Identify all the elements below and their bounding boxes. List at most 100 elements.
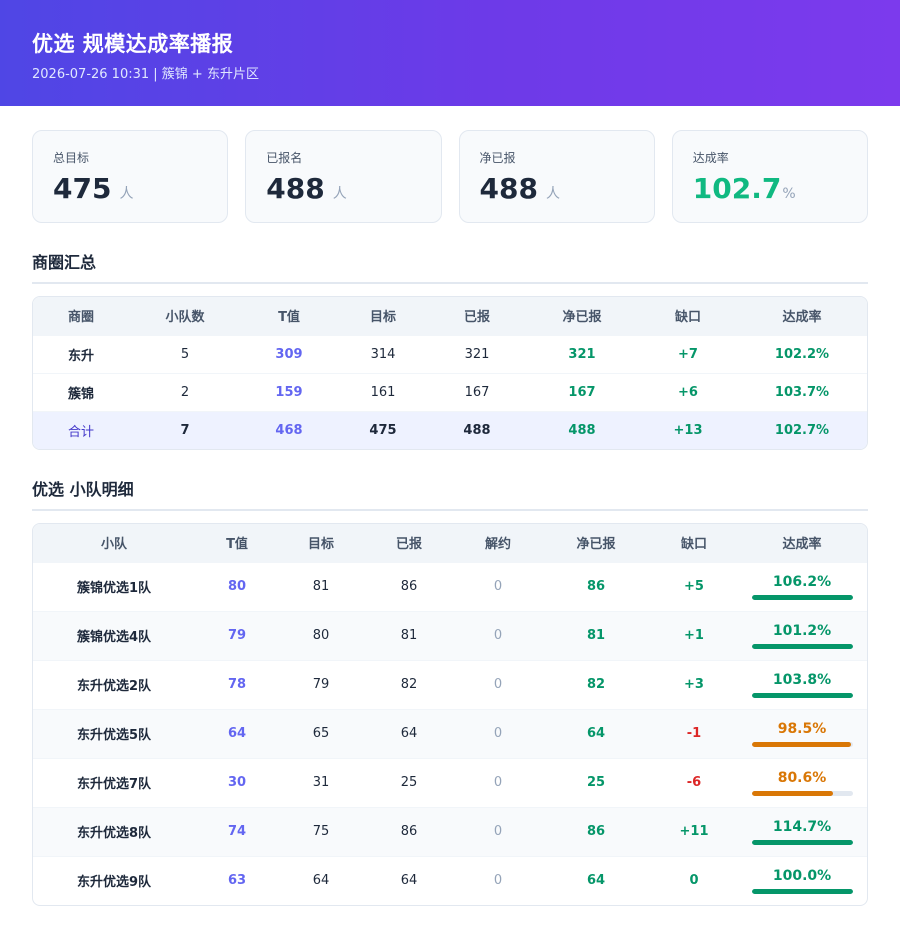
cell-reported: 86 bbox=[363, 806, 455, 856]
cell-cancelled: 0 bbox=[455, 855, 541, 905]
cell-team-name: 簇锦优选4队 bbox=[33, 610, 195, 660]
column-header: 达成率 bbox=[737, 524, 867, 562]
cell-teams: 2 bbox=[129, 372, 241, 411]
table-row: 东升 5 309 314 321 321 +7 102.2% bbox=[33, 334, 867, 373]
cell-gap: +5 bbox=[651, 561, 737, 611]
cell-team-name: 东升优选5队 bbox=[33, 708, 195, 758]
report-header: 优选 规模达成率播报 2026-07-26 10:31 | 簇锦 + 东升片区 bbox=[0, 0, 900, 106]
table-header-row: 小队 T值 目标 已报 解约 净已报 缺口 达成率 bbox=[33, 524, 867, 562]
cell-t-value: 30 bbox=[195, 757, 279, 807]
column-header: 净已报 bbox=[525, 297, 639, 335]
progress-bar-fill bbox=[751, 839, 853, 845]
rate-text: 100.0% bbox=[772, 867, 832, 884]
cell-team-name: 东升优选2队 bbox=[33, 659, 195, 709]
cell-team-name: 东升优选8队 bbox=[33, 806, 195, 856]
cell-t-value: 80 bbox=[195, 561, 279, 611]
section-title-detail: 优选 小队明细 bbox=[32, 476, 868, 511]
cell-t-value: 159 bbox=[241, 372, 337, 411]
cell-teams: 5 bbox=[129, 334, 241, 373]
progress-bar-fill bbox=[751, 692, 853, 698]
cell-rate: 102.7% bbox=[737, 410, 867, 449]
cell-target: 81 bbox=[279, 561, 363, 611]
cell-district: 簇锦 bbox=[33, 372, 129, 411]
column-header: 小队数 bbox=[129, 297, 241, 335]
cell-cancelled: 0 bbox=[455, 757, 541, 807]
kpi-card-total-target: 总目标 475 人 bbox=[32, 130, 229, 223]
progress-bar bbox=[751, 888, 853, 894]
rate-text: 114.7% bbox=[772, 818, 832, 835]
table-row: 东升优选7队 30 31 25 0 25 -6 80.6% bbox=[33, 757, 867, 807]
column-header: 解约 bbox=[455, 524, 541, 562]
cell-reported: 64 bbox=[363, 708, 455, 758]
cell-target: 80 bbox=[279, 610, 363, 660]
cell-cancelled: 0 bbox=[455, 806, 541, 856]
progress-bar-fill bbox=[751, 790, 833, 796]
cell-net: 64 bbox=[541, 855, 651, 905]
cell-target: 475 bbox=[337, 410, 429, 449]
cell-gap: -1 bbox=[651, 708, 737, 758]
kpi-value: 488 bbox=[479, 172, 538, 205]
cell-rate: 103.8% bbox=[737, 659, 867, 709]
detail-table: 小队 T值 目标 已报 解约 净已报 缺口 达成率 簇锦优选1队 80 81 86 0 8… bbox=[33, 524, 867, 905]
cell-target: 65 bbox=[279, 708, 363, 758]
kpi-unit: 人 bbox=[332, 186, 347, 202]
table-row: 簇锦 2 159 161 167 167 +6 103.7% bbox=[33, 372, 867, 411]
kpi-value: 488 bbox=[266, 172, 325, 205]
section-title-summary: 商圈汇总 bbox=[32, 249, 868, 284]
cell-gap: +11 bbox=[651, 806, 737, 856]
cell-rate: 114.7% bbox=[737, 806, 867, 856]
kpi-label: 已报名 bbox=[266, 151, 303, 165]
cell-target: 79 bbox=[279, 659, 363, 709]
cell-rate: 106.2% bbox=[737, 561, 867, 611]
table-row: 簇锦优选4队 79 80 81 0 81 +1 101.2% bbox=[33, 610, 867, 660]
cell-gap: +13 bbox=[639, 410, 737, 449]
cell-t-value: 64 bbox=[195, 708, 279, 758]
cell-gap: -6 bbox=[651, 757, 737, 807]
column-header: 已报 bbox=[363, 524, 455, 562]
kpi-value: 102.7 bbox=[692, 172, 782, 205]
cell-rate: 102.2% bbox=[737, 334, 867, 373]
cell-cancelled: 0 bbox=[455, 659, 541, 709]
column-header: T值 bbox=[241, 297, 337, 335]
rate-text: 106.2% bbox=[772, 573, 832, 590]
cell-gap: +1 bbox=[651, 610, 737, 660]
progress-bar bbox=[751, 692, 853, 698]
cell-district: 东升 bbox=[33, 334, 129, 373]
cell-t-value: 78 bbox=[195, 659, 279, 709]
kpi-cards: 总目标 475 人 已报名 488 人 净已报 488 人 达成率 102.7% bbox=[0, 106, 900, 223]
cell-t-value: 79 bbox=[195, 610, 279, 660]
column-header: 缺口 bbox=[639, 297, 737, 335]
rate-text: 80.6% bbox=[777, 769, 827, 786]
cell-reported: 488 bbox=[429, 410, 525, 449]
kpi-value: 475 bbox=[53, 172, 112, 205]
cell-reported: 64 bbox=[363, 855, 455, 905]
detail-table-body: 簇锦优选1队 80 81 86 0 86 +5 106.2% 簇锦优选4队 79 80 81 0 81 +1… bbox=[33, 561, 867, 905]
cell-t-value: 468 bbox=[241, 410, 337, 449]
cell-cancelled: 0 bbox=[455, 561, 541, 611]
detail-table-wrap: 小队 T值 目标 已报 解约 净已报 缺口 达成率 簇锦优选1队 80 81 86 0 8… bbox=[32, 523, 868, 906]
cell-reported: 86 bbox=[363, 561, 455, 611]
column-header: 净已报 bbox=[541, 524, 651, 562]
column-header: 目标 bbox=[337, 297, 429, 335]
table-row: 东升优选2队 78 79 82 0 82 +3 103.8% bbox=[33, 659, 867, 709]
cell-reported: 82 bbox=[363, 659, 455, 709]
cell-gap: +3 bbox=[651, 659, 737, 709]
kpi-unit: 人 bbox=[545, 186, 560, 202]
cell-net: 82 bbox=[541, 659, 651, 709]
cell-net: 167 bbox=[525, 372, 639, 411]
rate-text: 101.2% bbox=[772, 622, 832, 639]
cell-cancelled: 0 bbox=[455, 610, 541, 660]
cell-total-label: 合计 bbox=[33, 410, 129, 449]
column-header: 达成率 bbox=[737, 297, 867, 335]
cell-net: 64 bbox=[541, 708, 651, 758]
cell-rate: 98.5% bbox=[737, 708, 867, 758]
progress-bar-fill bbox=[751, 741, 851, 747]
cell-rate: 100.0% bbox=[737, 855, 867, 905]
cell-net: 321 bbox=[525, 334, 639, 373]
cell-gap: 0 bbox=[651, 855, 737, 905]
table-header-row: 商圈 小队数 T值 目标 已报 净已报 缺口 达成率 bbox=[33, 297, 867, 335]
kpi-unit: % bbox=[782, 186, 796, 202]
kpi-unit: 人 bbox=[119, 186, 134, 202]
cell-rate: 80.6% bbox=[737, 757, 867, 807]
progress-bar-fill bbox=[751, 643, 853, 649]
